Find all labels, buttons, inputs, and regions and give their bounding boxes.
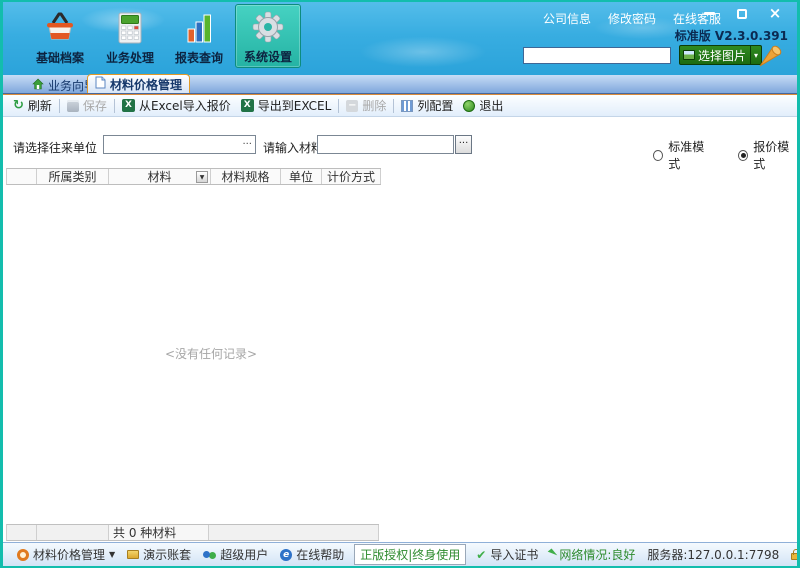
app-window: 基础档案 业务处理 — [0, 0, 800, 568]
table-summary-row: 共 0 种材料 — [6, 524, 379, 541]
vendor-label: 请选择往来单位 — [13, 139, 97, 156]
radio-icon — [653, 150, 663, 161]
vendor-browse-button[interactable]: ··· — [239, 140, 255, 150]
refresh-icon: ↻ — [13, 100, 24, 112]
toolbar-separator — [59, 99, 60, 113]
delete-icon: − — [346, 100, 358, 112]
nav-label: 业务处理 — [106, 49, 154, 66]
vendor-input[interactable] — [104, 137, 239, 152]
col-spec[interactable]: 材料规格 — [211, 169, 281, 184]
col-unit[interactable]: 单位 — [281, 169, 322, 184]
export-to-excel-button[interactable]: X 导出到EXCEL — [236, 97, 337, 114]
minimize-button[interactable] — [701, 7, 717, 20]
home-icon — [32, 78, 44, 93]
material-browse-button[interactable]: ··· — [455, 135, 472, 154]
picture-icon — [683, 50, 695, 60]
image-path-input[interactable] — [523, 47, 671, 64]
nav-basic-files[interactable]: 基础档案 — [27, 4, 93, 68]
import-from-excel-button[interactable]: X 从Excel导入报价 — [117, 97, 236, 114]
bar-chart-icon — [181, 6, 217, 46]
column-filter-dropdown[interactable]: ▼ — [196, 171, 208, 183]
select-image-button[interactable]: 选择图片 ▾ — [679, 45, 762, 65]
calculator-icon — [113, 6, 147, 46]
mode-radio-group: 标准模式 报价模式 — [653, 138, 797, 172]
material-count-text: 共 0 种材料 — [109, 525, 209, 540]
toolbar: ↻ 刷新 保存 X 从Excel导入报价 X 导出到EXCEL − 删除 列配置 — [3, 94, 797, 117]
current-user-item[interactable]: 超级用户 — [197, 546, 274, 563]
save-icon — [67, 100, 79, 112]
maximize-button[interactable] — [734, 7, 750, 20]
nav-label: 系统设置 — [244, 48, 292, 65]
main-content: 请选择往来单位 ··· 请输入材料 ··· 标准模式 报价模式 所属类别 材料 — [3, 117, 797, 542]
demo-account-item[interactable]: 演示账套 — [121, 546, 197, 563]
maximize-icon — [737, 9, 747, 19]
change-password-link[interactable]: 修改密码 — [608, 10, 656, 27]
nav-label: 报表查询 — [175, 49, 223, 66]
nav-business-processing[interactable]: 业务处理 — [97, 4, 163, 68]
module-menu[interactable]: 材料价格管理 ▼ — [11, 546, 121, 563]
lock-screen-button[interactable]: 锁 屏 — [785, 546, 800, 563]
column-config-button[interactable]: 列配置 — [396, 97, 458, 114]
col-category[interactable]: 所属类别 — [37, 169, 109, 184]
toolbar-separator — [114, 99, 115, 113]
import-certificate-item[interactable]: ✔ 导入证书 — [470, 546, 544, 563]
col-pricing-method[interactable]: 计价方式 — [322, 169, 381, 184]
basket-icon — [41, 6, 79, 46]
empty-records-text: <没有任何记录> — [165, 345, 257, 362]
table-header: 所属类别 材料 ▼ 材料规格 单位 计价方式 — [6, 168, 381, 185]
status-bar: 材料价格管理 ▼ 演示账套 超级用户 e 在线帮助 正版授权|终身使用 ✔ 导入… — [3, 542, 797, 566]
document-icon — [95, 76, 106, 92]
network-icon — [548, 548, 558, 558]
network-status-item[interactable]: 网络情况:良好 — [544, 546, 641, 563]
refresh-button[interactable]: ↻ 刷新 — [8, 97, 57, 114]
horn-icon[interactable] — [756, 42, 784, 73]
license-badge: 正版授权|终身使用 — [354, 544, 466, 565]
check-icon: ✔ — [476, 548, 486, 562]
excel-icon: X — [241, 99, 254, 112]
gear-icon — [250, 5, 286, 45]
nav-label: 基础档案 — [36, 49, 84, 66]
material-field — [317, 135, 454, 154]
toolbar-separator — [393, 99, 394, 113]
exit-icon — [463, 100, 475, 112]
col-indicator[interactable] — [7, 169, 37, 184]
delete-button[interactable]: − 删除 — [341, 97, 391, 114]
nav-system-settings[interactable]: 系统设置 — [235, 4, 301, 68]
app-header: 基础档案 业务处理 — [3, 2, 797, 75]
online-help-item[interactable]: e 在线帮助 — [274, 546, 350, 563]
radio-checked-icon — [738, 150, 748, 161]
module-dropdown-icon: ▼ — [109, 550, 115, 559]
columns-icon — [401, 100, 413, 112]
col-material[interactable]: 材料 ▼ — [109, 169, 211, 184]
quote-mode-option[interactable]: 报价模式 — [738, 138, 797, 172]
company-info-link[interactable]: 公司信息 — [543, 10, 591, 27]
nav-report-query[interactable]: 报表查询 — [166, 4, 232, 68]
tab-label: 材料价格管理 — [110, 76, 182, 93]
account-book-icon — [127, 550, 139, 559]
header-links: 公司信息 修改密码 在线客服 — [543, 10, 721, 27]
excel-icon: X — [122, 99, 135, 112]
standard-mode-option[interactable]: 标准模式 — [653, 138, 712, 172]
vendor-field: ··· — [103, 135, 256, 154]
toolbar-separator — [338, 99, 339, 113]
lock-icon — [791, 553, 800, 560]
tab-material-price[interactable]: 材料价格管理 — [87, 74, 190, 93]
minimize-icon — [704, 12, 715, 15]
module-icon — [17, 549, 29, 561]
save-button[interactable]: 保存 — [62, 97, 112, 114]
window-controls: × — [701, 7, 783, 20]
server-address: 服务器:127.0.0.1:7798 — [641, 546, 785, 563]
help-globe-icon: e — [280, 549, 292, 561]
users-icon — [203, 551, 210, 558]
material-input[interactable] — [318, 137, 453, 152]
material-label: 请输入材料 — [263, 139, 323, 156]
tab-bar: 业务向导 材料价格管理 — [3, 75, 797, 94]
exit-button[interactable]: 退出 — [458, 97, 508, 114]
close-button[interactable]: × — [767, 7, 783, 20]
